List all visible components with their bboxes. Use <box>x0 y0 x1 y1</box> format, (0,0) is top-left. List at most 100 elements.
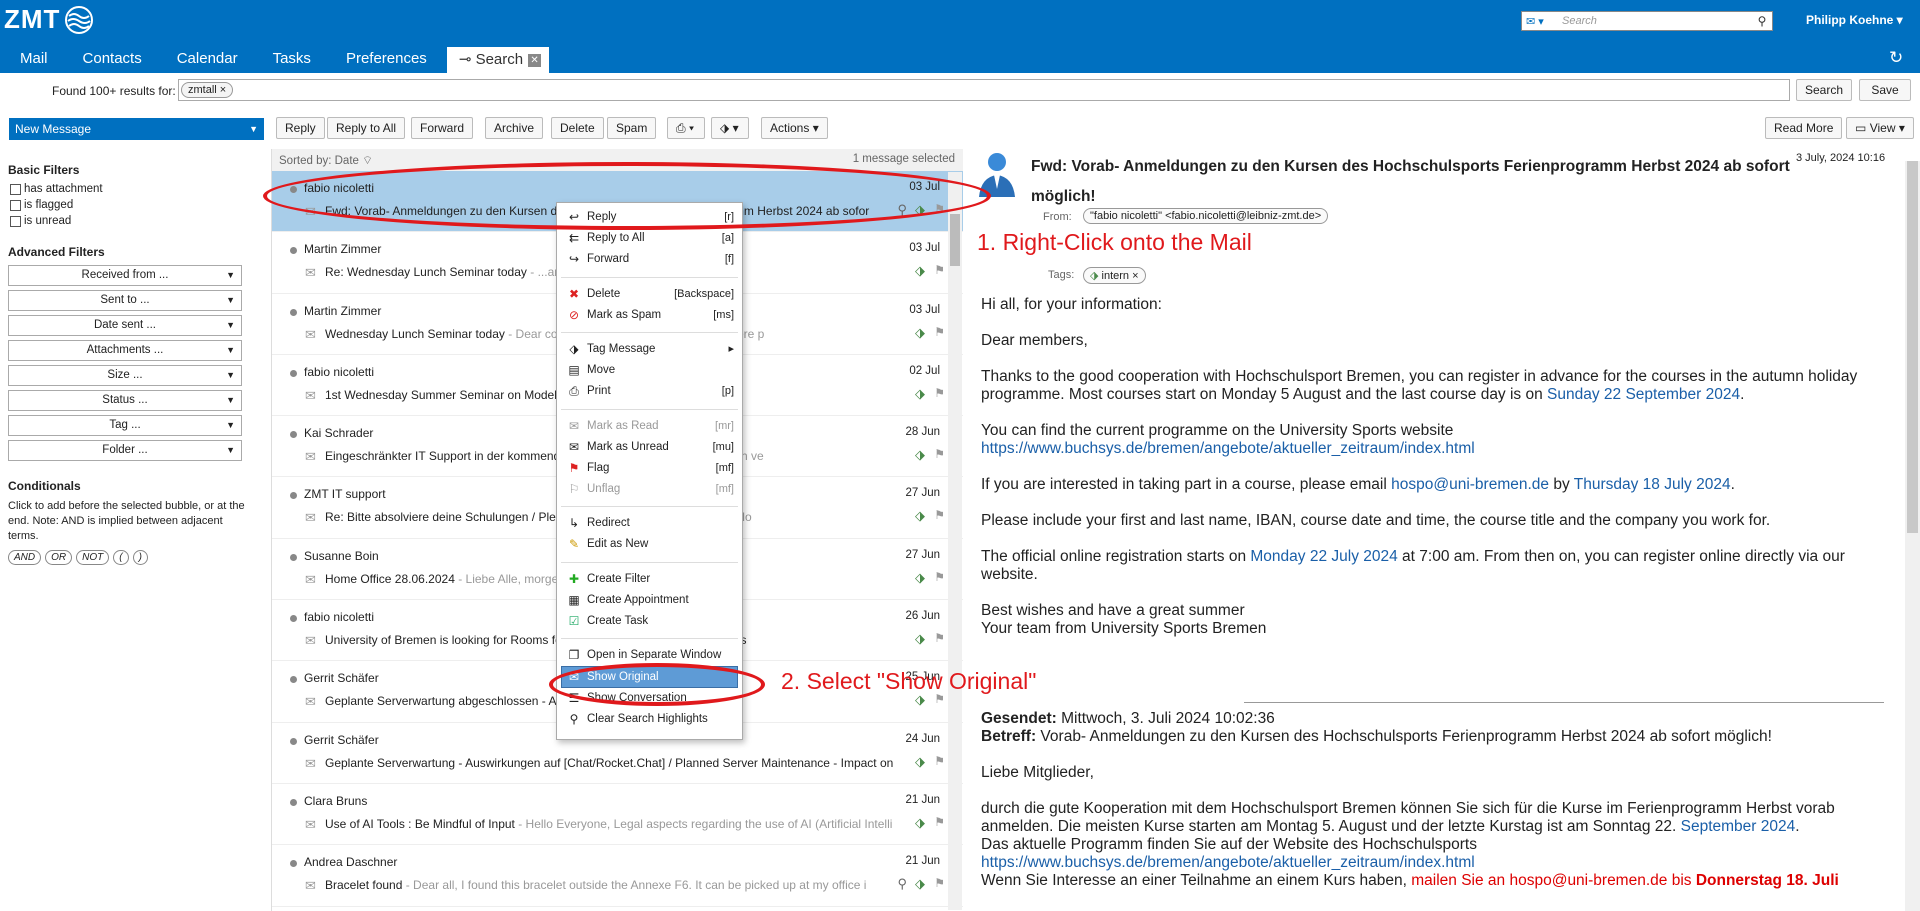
list-scrollbar[interactable] <box>948 172 962 910</box>
flag-icon[interactable]: ⚑ <box>934 325 945 339</box>
and-operator[interactable]: AND <box>8 550 42 565</box>
menu-item-move[interactable]: ▤ Move <box>557 360 742 381</box>
email-link[interactable]: hospo@uni-bremen.de <box>1391 476 1549 493</box>
menu-item-forward[interactable]: ↪ Forward [f] <box>557 249 742 270</box>
remove-bubble-icon[interactable]: × <box>220 84 226 96</box>
is-flagged-checkbox[interactable]: is flagged <box>10 199 262 211</box>
not-operator[interactable]: NOT <box>76 550 110 565</box>
search-query-field[interactable]: zmtall × <box>178 79 1790 101</box>
menu-item-flag[interactable]: ⚑ Flag [mf] <box>557 458 742 479</box>
unread-dot-icon[interactable] <box>290 737 297 745</box>
reply-all-button[interactable]: Reply to All <box>327 117 406 139</box>
refresh-icon[interactable]: ↻ <box>1889 48 1903 68</box>
program-link-de[interactable]: https://www.buchsys.de/bremen/angebote/a… <box>981 854 1891 872</box>
tag-filter[interactable]: Tag ... ▼ <box>8 415 242 436</box>
archive-button[interactable]: Archive <box>485 117 544 139</box>
menu-item-reply-to-all[interactable]: ⇇ Reply to All [a] <box>557 228 742 249</box>
flag-icon[interactable]: ⚑ <box>934 263 945 277</box>
menu-item-mark-as-read[interactable]: ✉ Mark as Read [mr] <box>557 416 742 437</box>
menu-item-edit-as-new[interactable]: ✎ Edit as New <box>557 534 742 555</box>
date-link[interactable]: Sunday 22 September 2024 <box>1547 386 1740 403</box>
unread-dot-icon[interactable] <box>290 492 297 500</box>
reply-button[interactable]: Reply <box>276 117 325 139</box>
tag-icon[interactable]: ⬗ <box>915 754 925 770</box>
unread-dot-icon[interactable] <box>290 247 297 255</box>
menu-item-redirect[interactable]: ↳ Redirect <box>557 513 742 534</box>
search-button[interactable]: Search <box>1796 79 1853 101</box>
program-link[interactable]: https://www.buchsys.de/bremen/angebote/a… <box>981 440 1475 457</box>
date-link[interactable]: Thursday 18 July 2024 <box>1574 476 1731 493</box>
flag-icon[interactable]: ⚑ <box>934 570 945 584</box>
list-item[interactable]: Andrea Daschner 21 Jun ✉ Bracelet found - D… <box>272 845 963 907</box>
tag-icon[interactable]: ⬗ <box>915 876 925 892</box>
tab-tasks[interactable]: Tasks <box>253 47 326 73</box>
has-attachment-checkbox[interactable]: has attachment <box>10 183 262 195</box>
flag-icon[interactable]: ⚑ <box>934 815 945 829</box>
mail-type-dropdown-icon[interactable]: ✉ ▾ <box>1522 15 1562 28</box>
tab-search[interactable]: ⊸ Search ✕ <box>446 47 550 73</box>
search-icon[interactable]: ⚲ <box>1752 14 1772 28</box>
attachments-filter[interactable]: Attachments ... ▼ <box>8 340 242 361</box>
unread-dot-icon[interactable] <box>290 308 297 316</box>
unread-dot-icon[interactable] <box>290 798 297 806</box>
global-search-input[interactable]: Search <box>1562 15 1752 27</box>
flag-icon[interactable]: ⚑ <box>934 876 945 890</box>
read-more-button[interactable]: Read More <box>1765 117 1843 139</box>
tag-icon[interactable]: ⬗ <box>915 447 925 463</box>
menu-item-create-appointment[interactable]: ▦ Create Appointment <box>557 590 742 611</box>
status-filter[interactable]: Status ... ▼ <box>8 390 242 411</box>
view-dropdown[interactable]: ▭ View ▾ <box>1846 117 1914 139</box>
spam-button[interactable]: Spam <box>607 117 657 139</box>
forward-button[interactable]: Forward <box>411 117 474 139</box>
tab-preferences[interactable]: Preferences <box>326 47 442 73</box>
unread-dot-icon[interactable] <box>290 369 297 377</box>
print-dropdown[interactable]: ⎙ ▾ <box>667 117 705 139</box>
tag-icon[interactable]: ⬗ <box>915 263 925 279</box>
sort-by-date[interactable]: Sorted by: Date ⌔ <box>279 153 373 171</box>
tab-mail[interactable]: Mail <box>0 47 63 73</box>
flag-icon[interactable]: ⚑ <box>934 754 945 768</box>
menu-item-delete[interactable]: ✖ Delete [Backspace] <box>557 284 742 305</box>
query-bubble[interactable]: zmtall × <box>181 82 234 98</box>
menu-item-tag-message[interactable]: ⬗ Tag Message ▸ <box>557 339 742 360</box>
tag-dropdown[interactable]: ⬗ ▾ <box>711 117 749 139</box>
unread-dot-icon[interactable] <box>290 615 297 623</box>
flag-icon[interactable]: ⚑ <box>934 447 945 461</box>
email-link-de[interactable]: mailen Sie an hospo@uni-bremen.de bis <box>1411 872 1696 889</box>
new-message-button[interactable]: New Message ▼ <box>9 118 264 140</box>
folder-filter[interactable]: Folder ... ▼ <box>8 440 242 461</box>
menu-item-print[interactable]: ⎙ Print [p] <box>557 381 742 402</box>
sent-to-filter[interactable]: Sent to ... ▼ <box>8 290 242 311</box>
menu-item-unflag[interactable]: ⚐ Unflag [mf] <box>557 479 742 500</box>
unread-dot-icon[interactable] <box>290 431 297 439</box>
date-link[interactable]: September 2024 <box>1681 818 1796 835</box>
open-paren-operator[interactable]: ( <box>113 550 129 565</box>
tag-icon[interactable]: ⬗ <box>915 815 925 831</box>
user-menu[interactable]: Philipp Koehne ▾ <box>1806 13 1903 27</box>
save-button[interactable]: Save <box>1859 79 1911 101</box>
tag-icon[interactable]: ⬗ <box>915 570 925 586</box>
tab-contacts[interactable]: Contacts <box>63 47 157 73</box>
or-operator[interactable]: OR <box>45 550 73 565</box>
list-item[interactable]: Clara Bruns 21 Jun ✉ Use of AI Tools : Be M… <box>272 784 963 846</box>
zmt-logo[interactable]: ZMT <box>4 4 94 35</box>
unread-dot-icon[interactable] <box>290 553 297 561</box>
delete-button[interactable]: Delete <box>551 117 604 139</box>
unread-dot-icon[interactable] <box>290 860 297 868</box>
flag-icon[interactable]: ⚑ <box>934 631 945 645</box>
close-tab-icon[interactable]: ✕ <box>528 54 542 67</box>
flag-icon[interactable]: ⚑ <box>934 386 945 400</box>
actions-dropdown[interactable]: Actions ▾ <box>761 117 828 139</box>
remove-tag-icon[interactable]: × <box>1132 270 1138 282</box>
date-sent-filter[interactable]: Date sent ... ▼ <box>8 315 242 336</box>
menu-item-mark-as-unread[interactable]: ✉ Mark as Unread [mu] <box>557 437 742 458</box>
menu-item-mark-as-spam[interactable]: ⊘ Mark as Spam [ms] <box>557 305 742 326</box>
date-link[interactable]: Monday 22 July 2024 <box>1250 548 1397 565</box>
tag-icon[interactable]: ⬗ <box>915 508 925 524</box>
is-unread-checkbox[interactable]: is unread <box>10 215 262 227</box>
menu-item-create-task[interactable]: ☑ Create Task <box>557 611 742 632</box>
global-search[interactable]: ✉ ▾ Search ⚲ <box>1521 11 1773 31</box>
size-filter[interactable]: Size ... ▼ <box>8 365 242 386</box>
tab-calendar[interactable]: Calendar <box>157 47 253 73</box>
from-bubble[interactable]: "fabio nicoletti" <fabio.nicoletti@leibn… <box>1083 208 1329 224</box>
